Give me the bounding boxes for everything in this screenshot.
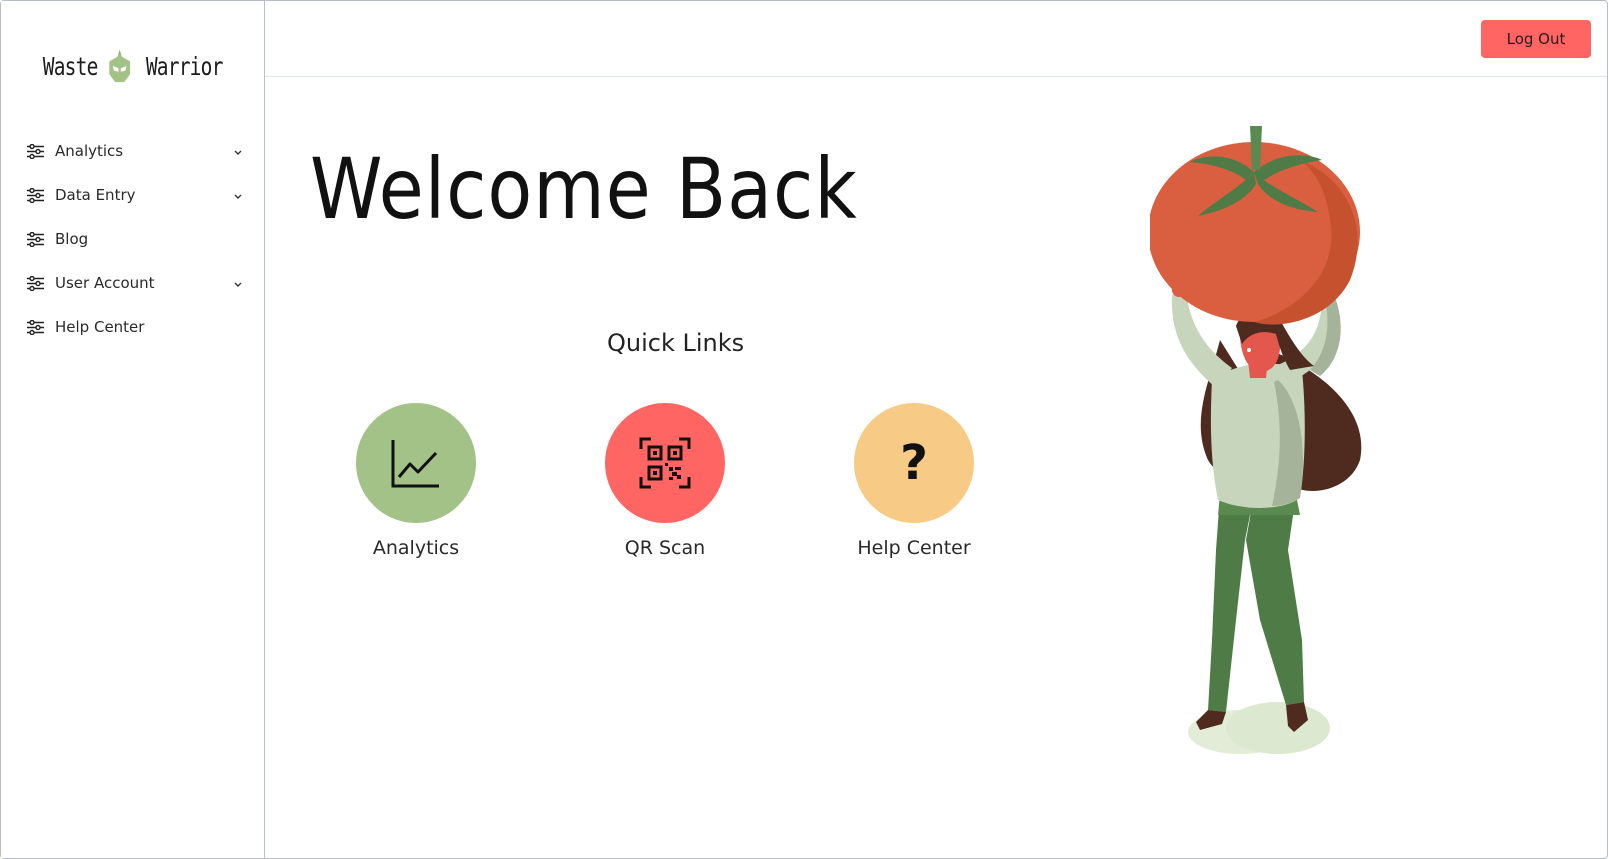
sidebar-item-label: Data Entry [55, 186, 136, 204]
sidebar-item-label: Blog [55, 230, 89, 248]
logo[interactable]: Waste Warrior [35, 35, 233, 97]
logo-text-left: Waste [42, 51, 99, 81]
sidebar-item-label: Analytics [55, 142, 124, 160]
sidebar-item-help-center[interactable]: Help Center [1, 305, 264, 349]
sidebar-item-data-entry[interactable]: Data Entry [1, 173, 264, 217]
line-chart-icon [391, 440, 439, 488]
quick-link-help-center[interactable]: ? Help Center [834, 403, 994, 559]
quick-links-title: Quick Links [607, 329, 745, 357]
logout-button[interactable]: Log Out [1481, 20, 1591, 58]
sidebar-item-user-account[interactable]: User Account [1, 261, 264, 305]
quick-link-analytics[interactable]: Analytics [336, 403, 496, 559]
sidebar-item-label: Help Center [55, 318, 145, 336]
sidebar: Waste Warrior Analytics Data Entry Blog … [1, 1, 265, 858]
sidebar-item-analytics[interactable]: Analytics [1, 129, 264, 173]
question-mark-icon: ? [900, 435, 928, 491]
quick-link-circle[interactable] [605, 403, 725, 523]
qr-code-icon [639, 437, 691, 489]
page-title: Welcome Back [310, 140, 875, 238]
chevron-down-icon[interactable] [233, 279, 243, 289]
sliders-icon [27, 231, 44, 247]
quick-link-circle[interactable]: ? [854, 403, 974, 523]
sidebar-nav: Analytics Data Entry Blog User Account H… [1, 129, 264, 349]
sliders-icon [27, 319, 44, 335]
quick-link-label: Analytics [372, 537, 460, 559]
quick-link-label: Help Center [857, 537, 971, 559]
woman-holding-tomato-illustration [1150, 126, 1362, 754]
quick-link-circle[interactable] [356, 403, 476, 523]
sidebar-item-label: User Account [55, 274, 155, 292]
chevron-down-icon[interactable] [233, 191, 243, 201]
page-title-text: Welcome Back [310, 140, 858, 238]
quick-link-label: QR Scan [624, 537, 706, 559]
sliders-icon [27, 143, 44, 159]
top-bar: Log Out [265, 1, 1607, 77]
quick-link-qr-scan[interactable]: QR Scan [585, 403, 745, 559]
sidebar-item-blog[interactable]: Blog [1, 217, 264, 261]
spartan-helmet-icon [109, 49, 131, 83]
chevron-down-icon[interactable] [233, 147, 243, 157]
logo-text-right: Warrior [145, 51, 223, 81]
sliders-icon [27, 187, 44, 203]
sliders-icon [27, 275, 44, 291]
